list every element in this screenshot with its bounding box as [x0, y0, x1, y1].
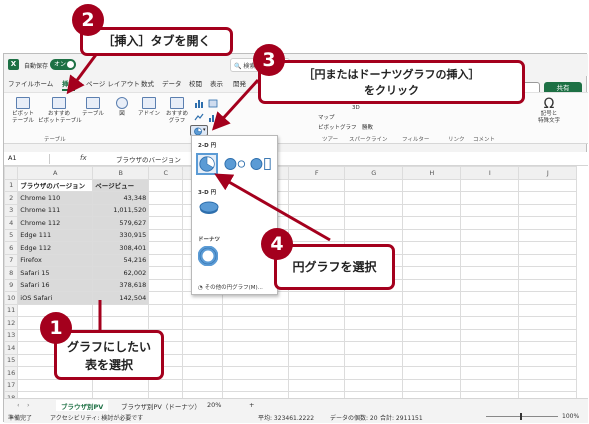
- arrow-to-pie-button: [211, 78, 260, 131]
- arrow-to-insert-tab: [66, 51, 100, 95]
- callout-4-text: 円グラフを選択: [292, 260, 377, 274]
- step-badge-3: 3: [253, 44, 285, 76]
- callout-2-text: ［挿入］タブを開く: [102, 34, 211, 48]
- callout-click-pie-button: ［円またはドーナツグラフの挿入］ をクリック: [258, 60, 525, 104]
- callout-open-insert-tab: ［挿入］タブを開く: [80, 27, 233, 56]
- callout-select-pie-chart: 円グラフを選択: [274, 244, 395, 290]
- callout-select-table: グラフにしたい 表を選択: [54, 330, 164, 380]
- step-badge-4: 4: [261, 228, 293, 260]
- step-badge-2: 2: [72, 4, 104, 36]
- step-badge-1: 1: [40, 312, 72, 344]
- callout-3-text: ［円またはドーナツグラフの挿入］ をクリック: [303, 68, 480, 97]
- callout-1-text: グラフにしたい 表を選択: [66, 340, 151, 372]
